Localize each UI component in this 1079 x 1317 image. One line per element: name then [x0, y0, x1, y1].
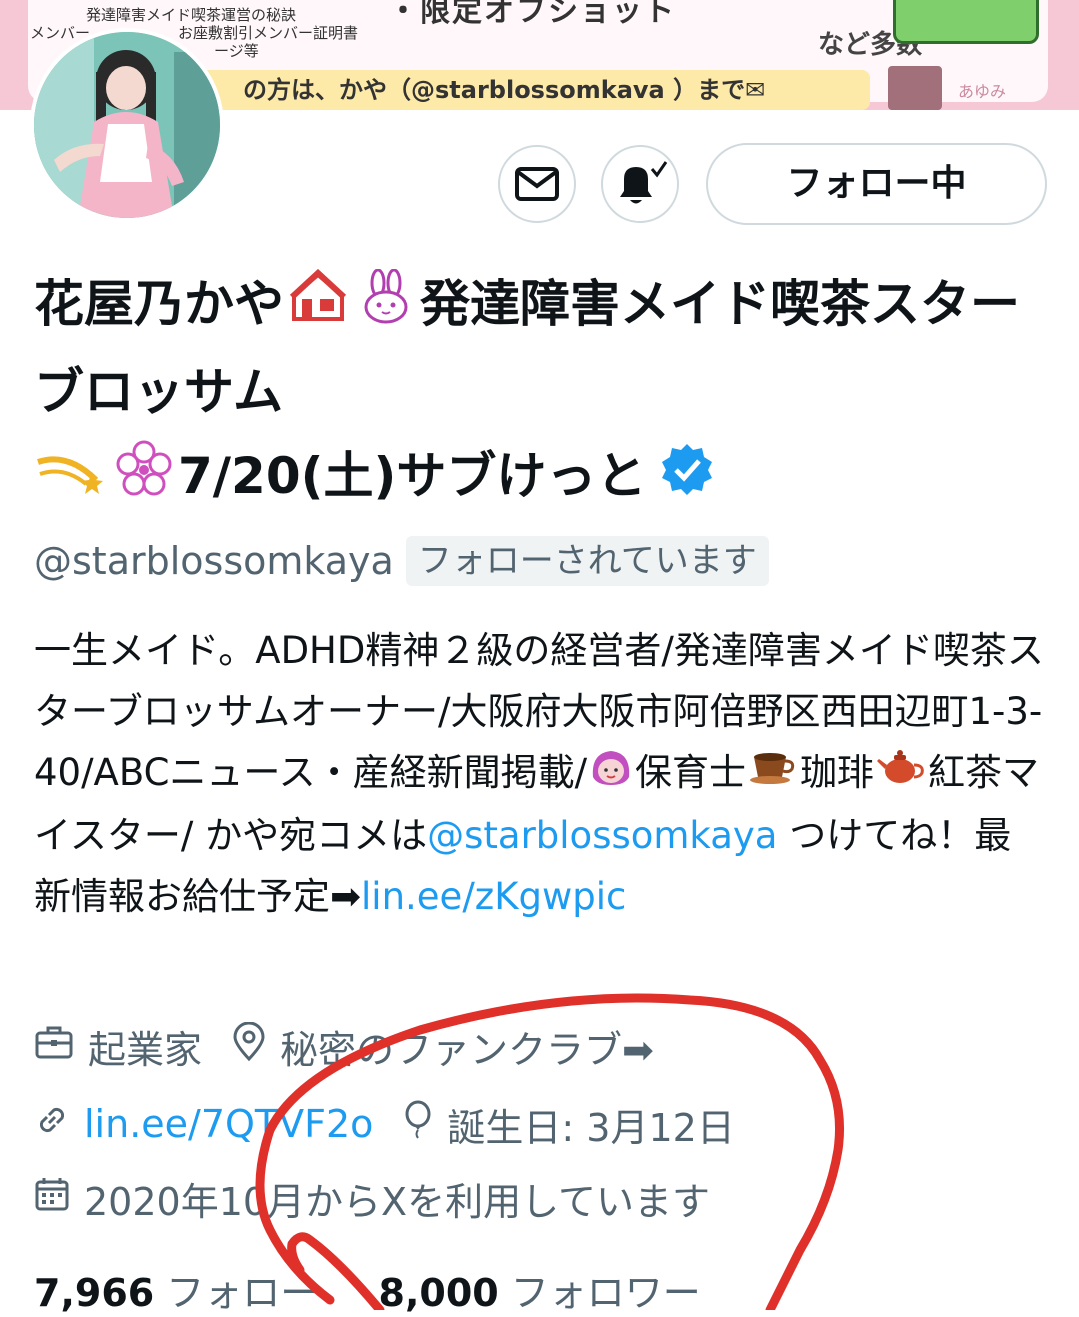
bio-text: 珈琲 [800, 751, 875, 794]
name-text: 花屋乃かや [34, 275, 284, 333]
link-icon [34, 1102, 70, 1147]
followers-count: 8,000 [378, 1271, 499, 1315]
bell-check-icon [620, 161, 668, 204]
banner-green-box [893, 0, 1039, 44]
handle-row: @starblossomkaya フォローされています [34, 536, 769, 586]
blossom-icon [116, 437, 172, 521]
location-text: 秘密のファンクラブ➡ [280, 1027, 654, 1072]
birthday-text: 誕生日: 3月12日 [447, 1105, 735, 1150]
coffee-cup-icon [748, 744, 798, 805]
rabbit-icon [358, 266, 414, 350]
following-label: フォロー [166, 1271, 319, 1315]
balloon-icon [403, 1100, 433, 1149]
calendar-icon [34, 1176, 70, 1221]
meta-row-1: 起業家 秘密のファンクラブ➡ [34, 1018, 654, 1074]
message-button[interactable] [498, 145, 576, 223]
woman-face-icon [589, 744, 633, 805]
shooting-star-icon [34, 437, 104, 521]
bio-url-link[interactable]: lin.ee/zKgwpic [361, 875, 626, 918]
banner-note: 発達障害メイド喫茶運営の秘訣 [86, 6, 297, 24]
follows-you-badge: フォローされています [405, 536, 769, 586]
banner-character-name: あゆみ [958, 82, 1007, 101]
profession-text: 起業家 [88, 1027, 203, 1072]
followers-stat[interactable]: 8,000 フォロワー [379, 1271, 701, 1315]
bio-text: 保育士 [635, 751, 747, 794]
bio-mention-link[interactable]: @starblossomkaya [427, 814, 777, 857]
following-stat[interactable]: 7,966 フォロー [34, 1271, 318, 1315]
envelope-icon [515, 167, 559, 201]
meta-row-2: lin.ee/7QTVF2o 誕生日: 3月12日 [34, 1096, 735, 1152]
profile-bio: 一生メイド。ADHD精神２級の経営者/発達障害メイド喫茶スターブロッサムオーナー… [34, 620, 1044, 927]
display-name: 花屋乃かや 発達障害メイド喫茶スターブロッサム 7/20(土)サブけっと [34, 262, 1044, 521]
meta-row-3: 2020年10月からXを利用しています [34, 1170, 710, 1226]
banner-note: お座敷割引メンバー証明書 [178, 24, 359, 42]
house-icon [289, 266, 347, 350]
banner-note: ージ等 [214, 42, 259, 60]
follow-stats: 7,966 フォロー 8,000 フォロワー [34, 1262, 701, 1317]
verified-badge-icon[interactable] [660, 437, 714, 521]
followers-label: フォロワー [510, 1271, 701, 1315]
name-text: 7/20(土)サブけっと [178, 446, 647, 505]
location-pin-icon [232, 1021, 266, 1071]
profile-avatar[interactable] [30, 28, 224, 222]
banner-headline: ・限定オフショット [388, 0, 676, 29]
briefcase-icon [34, 1024, 74, 1069]
following-count: 7,966 [34, 1271, 155, 1315]
following-button[interactable]: フォロー中 [706, 143, 1047, 225]
joined-date-text: 2020年10月からXを利用しています [84, 1179, 710, 1224]
username-handle: @starblossomkaya [34, 539, 394, 583]
banner-character-image [888, 66, 942, 110]
teapot-icon [876, 744, 926, 805]
website-link[interactable]: lin.ee/7QTVF2o [84, 1102, 373, 1146]
notifications-button[interactable] [601, 145, 679, 223]
